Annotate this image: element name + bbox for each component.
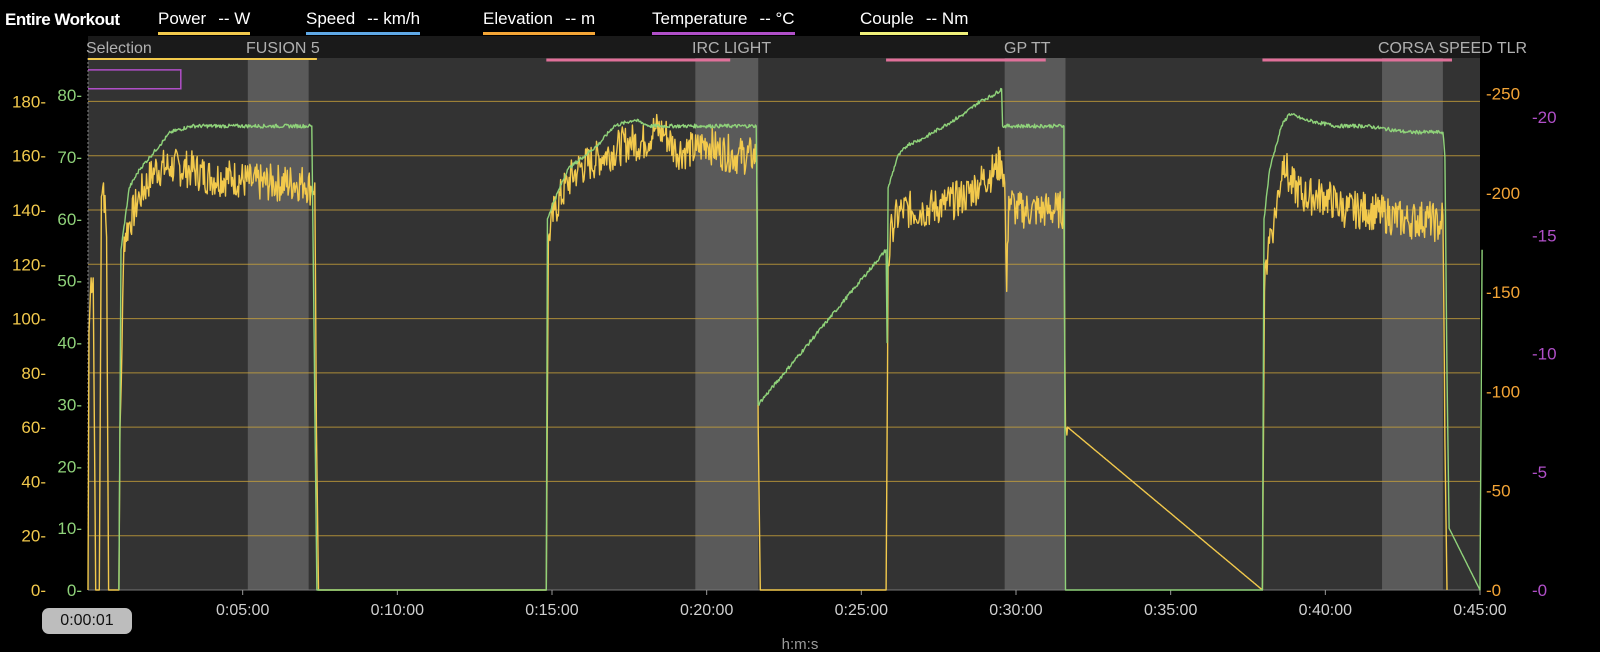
temperature-tick-label: -0 — [1532, 581, 1547, 600]
power-tick-label: 160- — [12, 147, 46, 166]
elevation-tick-label: -0 — [1486, 581, 1501, 600]
speed-tick-label: 50- — [57, 272, 82, 291]
power-tick-label: 180- — [12, 92, 46, 111]
x-tick-label: 0:40:00 — [1299, 602, 1352, 619]
segment-label[interactable]: GP TT — [1004, 40, 1051, 57]
x-tick-label: 0:25:00 — [835, 602, 888, 619]
temperature-tick-label: -20 — [1532, 108, 1557, 127]
x-tick-label: 0:30:00 — [989, 602, 1042, 619]
power-tick-label: 60- — [21, 418, 46, 437]
x-tick-label: 0:05:00 — [216, 602, 269, 619]
power-tick-label: 80- — [21, 364, 46, 383]
power-tick-label: 120- — [12, 255, 46, 274]
x-tick-label: 0:35:00 — [1144, 602, 1197, 619]
x-tick-label: 0:10:00 — [371, 602, 424, 619]
power-tick-label: 100- — [12, 310, 46, 329]
segment-label[interactable]: Selection — [86, 40, 152, 57]
temperature-tick-label: -5 — [1532, 463, 1547, 482]
power-tick-label: 140- — [12, 201, 46, 220]
speed-tick-label: 10- — [57, 519, 82, 538]
segment-label[interactable]: IRC LIGHT — [692, 40, 771, 57]
elevation-tick-label: -100 — [1486, 382, 1520, 401]
workout-chart-app: Entire Workout Power -- W Speed -- km/h El… — [0, 0, 1600, 652]
speed-tick-label: 30- — [57, 395, 82, 414]
speed-tick-label: 60- — [57, 210, 82, 229]
elevation-tick-label: -250 — [1486, 85, 1520, 104]
segment-label[interactable]: CORSA SPEED TLR — [1378, 40, 1527, 57]
x-axis-label: h:m:s — [781, 636, 819, 652]
power-tick-label: 40- — [21, 472, 46, 491]
elevation-tick-label: -150 — [1486, 283, 1520, 302]
elevation-tick-label: -50 — [1486, 482, 1511, 501]
power-tick-label: 0- — [31, 581, 46, 600]
chart-canvas[interactable]: Selection FUSION 5 IRC LIGHT GP TT CORSA SPE… — [0, 0, 1600, 652]
temperature-tick-label: -10 — [1532, 345, 1557, 364]
speed-tick-label: 0- — [67, 581, 82, 600]
power-tick-label: 20- — [21, 527, 46, 546]
speed-tick-label: 70- — [57, 148, 82, 167]
time-position-badge[interactable]: 0:00:01 — [42, 608, 132, 634]
speed-tick-label: 40- — [57, 334, 82, 353]
speed-tick-label: 20- — [57, 457, 82, 476]
segment-label[interactable]: FUSION 5 — [246, 40, 320, 57]
temperature-tick-label: -15 — [1532, 226, 1557, 245]
elevation-tick-label: -200 — [1486, 184, 1520, 203]
highlight-range — [1382, 58, 1443, 590]
x-tick-label: 0:20:00 — [680, 602, 733, 619]
x-tick-label: 0:45:00 — [1453, 602, 1506, 619]
x-tick-label: 0:15:00 — [525, 602, 578, 619]
speed-tick-label: 80- — [57, 86, 82, 105]
highlight-range — [247, 58, 309, 590]
highlight-range — [1004, 58, 1066, 590]
